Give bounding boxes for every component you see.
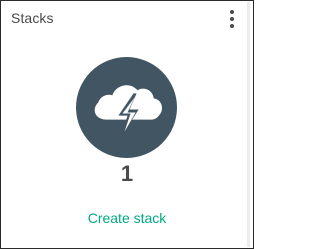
stack-count: 1 [120, 161, 134, 186]
more-options-button[interactable] [227, 10, 237, 28]
cloud-lightning-icon [76, 57, 177, 158]
create-stack-link[interactable]: Create stack [1, 210, 253, 226]
card-title: Stacks [11, 10, 54, 26]
stacks-card: Stacks 1 Create stack [0, 0, 254, 249]
more-vertical-icon [230, 10, 234, 14]
